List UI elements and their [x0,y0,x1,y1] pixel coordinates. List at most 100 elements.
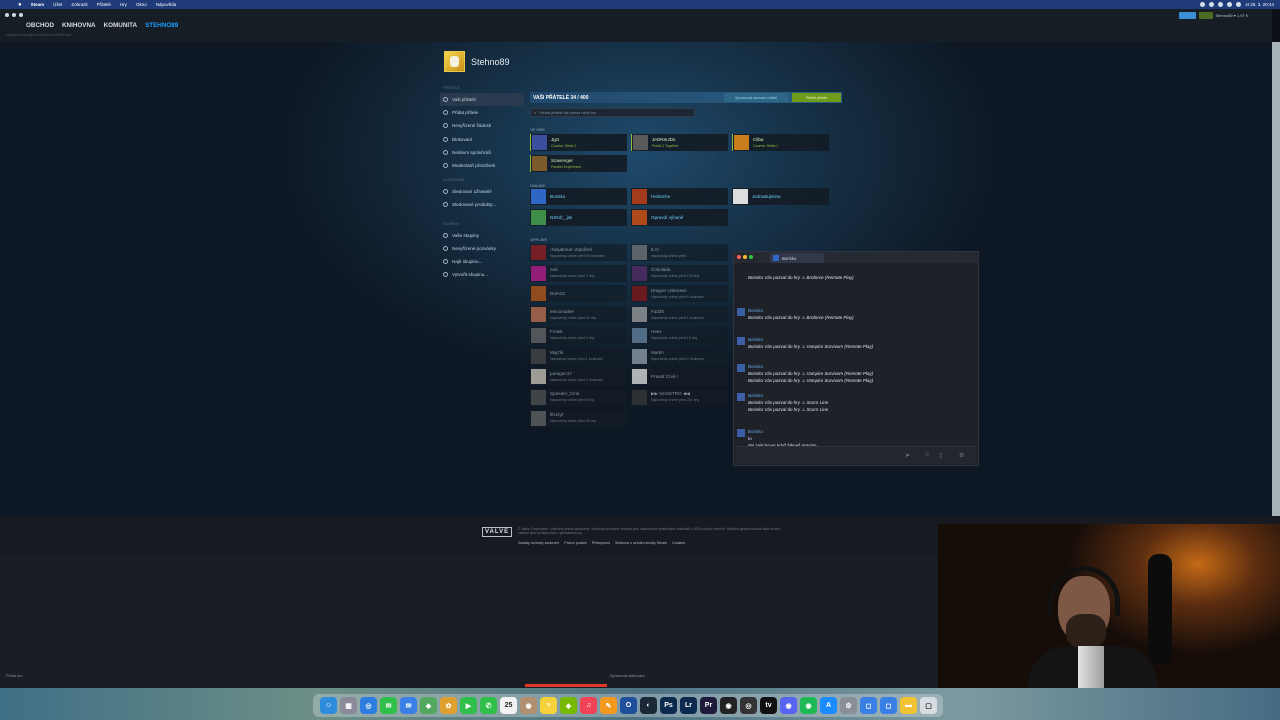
sidebar-item-pending-invites[interactable]: Nevyřízené pozvánky [440,242,524,255]
screenshot-icon[interactable]: ◻ [880,697,897,714]
sidebar-item-blocked[interactable]: Blokovaní [440,133,524,146]
friend-card[interactable]: -Ninjatmus- Založení Naposledy online pře… [530,244,627,261]
sidebar-item-your-friends[interactable]: Vaši přátelé [440,93,524,107]
lightroom-icon[interactable]: Lr [680,697,697,714]
appletv-icon[interactable]: tv [760,697,777,714]
apple-icon[interactable]: ● [18,2,22,8]
menu-item[interactable]: Úšet [53,2,62,7]
add-game-button[interactable]: Přidat hru [6,674,22,678]
premiere-icon[interactable]: Pr [700,697,717,714]
folder-icon[interactable]: ▬ [900,697,917,714]
menu-item[interactable]: Hry [120,2,127,7]
notification-button[interactable] [1178,12,1196,19]
emoticon-icon[interactable]: ☺ [924,452,930,458]
nav-library[interactable]: KNIHOVNA [62,22,96,29]
facetime-icon[interactable]: ▶ [460,697,477,714]
sidebar-item-add-friend[interactable]: Přidat přítele [440,106,524,119]
menu-app-name[interactable]: Steam [31,2,45,7]
sidebar-item-create-group[interactable]: Vytvořit skupinu... [440,268,524,281]
inbox-button[interactable] [1198,12,1213,19]
nav-community[interactable]: KOMUNITA [104,22,137,29]
zoom-icon[interactable] [749,255,753,259]
friend-card[interactable]: Opravdí výhaně [631,209,728,226]
menu-item[interactable]: Zobrazit [71,2,87,7]
footer-link[interactable]: Přístupnost [592,541,610,545]
messages-icon[interactable]: ✉ [380,697,397,714]
friend-card[interactable]: Speeder_Cink Naposledy online před 9 dny [530,388,627,406]
footer-link[interactable]: Zásady ochrany soukromí [518,541,559,545]
status-icon[interactable] [1209,2,1215,7]
chat-input[interactable]: ➤ ☺ ▯ ⚙ [735,446,977,464]
friend-card[interactable]: Heex Naposledy online před 15 dny [631,326,728,344]
friend-card[interactable]: šťUkyř Naposledy online před 66 dny [530,409,627,427]
account-name[interactable]: Stehno89 ▾ 1,97 € [1216,13,1248,18]
nvidia-icon[interactable]: ◈ [560,697,577,714]
valve-logo[interactable]: VALVE [482,527,513,537]
sidebar-item-recent-players[interactable]: Nedávní spoluhráči [440,146,524,159]
appstore-icon[interactable]: A [820,697,837,714]
wifi-icon[interactable] [1227,2,1233,7]
sidebar-item-find-group[interactable]: Najít skupinu... [440,255,524,268]
sidebar-item-followed-products[interactable]: Sledované produkty... [440,198,524,211]
steam-icon[interactable]: ◐ [640,697,657,714]
footer-link[interactable]: Právní podání [564,541,586,545]
profile-name[interactable]: Stehno89 [471,57,510,67]
nav-profile[interactable]: STEHNO89 [145,22,178,29]
minimize-window-button[interactable] [12,13,16,17]
friend-card[interactable]: paragon17 Naposledy online před 4 hodinam… [530,368,627,386]
manage-friends-button[interactable]: Spravovat seznam přátel [724,93,788,102]
sidebar-item-nickname-moderators[interactable]: Moderátoři přezdívek [440,159,524,172]
chat-tab[interactable]: Borisko [770,253,824,263]
safari-icon[interactable]: ◎ [360,697,377,714]
friend-card[interactable]: Dom12 [530,285,627,303]
close-icon[interactable] [737,255,741,259]
sidebar-item-your-groups[interactable]: Vaše skupiny [440,229,524,242]
friend-card[interactable]: Dragon Unknown Naposledy online před 6 ho… [631,285,728,303]
menu-item[interactable]: Nápověda [156,2,177,7]
friend-card[interactable]: Frosik Naposledy online před 2 dny [530,326,627,344]
friend-card[interactable]: Jedna8ujmina [732,188,829,205]
discord-icon[interactable]: ◉ [780,697,797,714]
attach-icon[interactable]: ▯ [939,452,942,459]
phone-icon[interactable]: ✆ [480,697,497,714]
footer-link[interactable]: Cookies [672,541,685,545]
friend-card[interactable]: JgG Counter-Strike 2 [530,134,627,151]
url-bar[interactable]: steamcommunity.com/id/stehno89/friends/ [6,33,71,37]
sidebar-item-pending[interactable]: Nevyřízené žádosti [440,119,524,132]
friend-card[interactable]: Prasáť Cmě ! [631,368,728,386]
status-icon[interactable] [1218,2,1224,7]
contacts-icon[interactable]: ◉ [520,697,537,714]
photoshop-icon[interactable]: Ps [660,697,677,714]
close-window-button[interactable] [5,13,9,17]
settings-icon[interactable]: ⚙ [959,452,964,459]
friend-card[interactable]: Cliba Counter-Strike 2 [732,134,829,151]
calendar-icon[interactable]: 25 [500,697,517,714]
friend-card[interactable]: Fad3h Naposledy online před 1 hodinami [631,306,728,324]
clock[interactable]: st 25. 3. 20:44 [1245,2,1274,7]
menu-item[interactable]: Přátelé [97,2,111,7]
music-icon[interactable]: ♫ [580,697,597,714]
avatar[interactable] [444,51,465,72]
friend-card[interactable]: Borisko [530,188,627,205]
mail-icon[interactable]: ✉ [400,697,417,714]
friend-card[interactable]: Scavenger Parallel Experiment [530,155,627,172]
send-icon[interactable]: ➤ [905,452,910,459]
friend-card[interactable]: Ash Naposledy online před 2 dny [530,264,627,282]
status-icon[interactable] [1200,2,1206,7]
friend-card[interactable]: Čokoláda Naposledy online před 124 dny [631,264,728,282]
finder-icon[interactable]: ☺ [320,697,337,714]
friend-card[interactable]: JeDNIeJDo Portal 2 Together [631,134,728,151]
friend-card[interactable]: NSNČ_.jsk [530,209,627,226]
opera-icon[interactable]: O [620,697,637,714]
footer-link[interactable]: Smlouva o užívání služby Steam [615,541,667,545]
obs-icon[interactable]: ◎ [740,697,757,714]
photos-icon[interactable]: ✿ [440,697,457,714]
friend-card[interactable]: Maj7ik Naposledy online před 1 hodinami [530,347,627,365]
friend-card[interactable]: Heliotche [631,188,728,205]
trash-icon[interactable]: ▢ [920,697,937,714]
add-friend-button[interactable]: Přidat přítele [792,93,841,102]
menu-item[interactable]: Okno [136,2,147,7]
notes-icon[interactable]: ≡ [540,697,557,714]
friend-card[interactable]: emcomaker Naposledy online před 21 dny [530,306,627,324]
nav-store[interactable]: OBCHOD [26,22,54,29]
